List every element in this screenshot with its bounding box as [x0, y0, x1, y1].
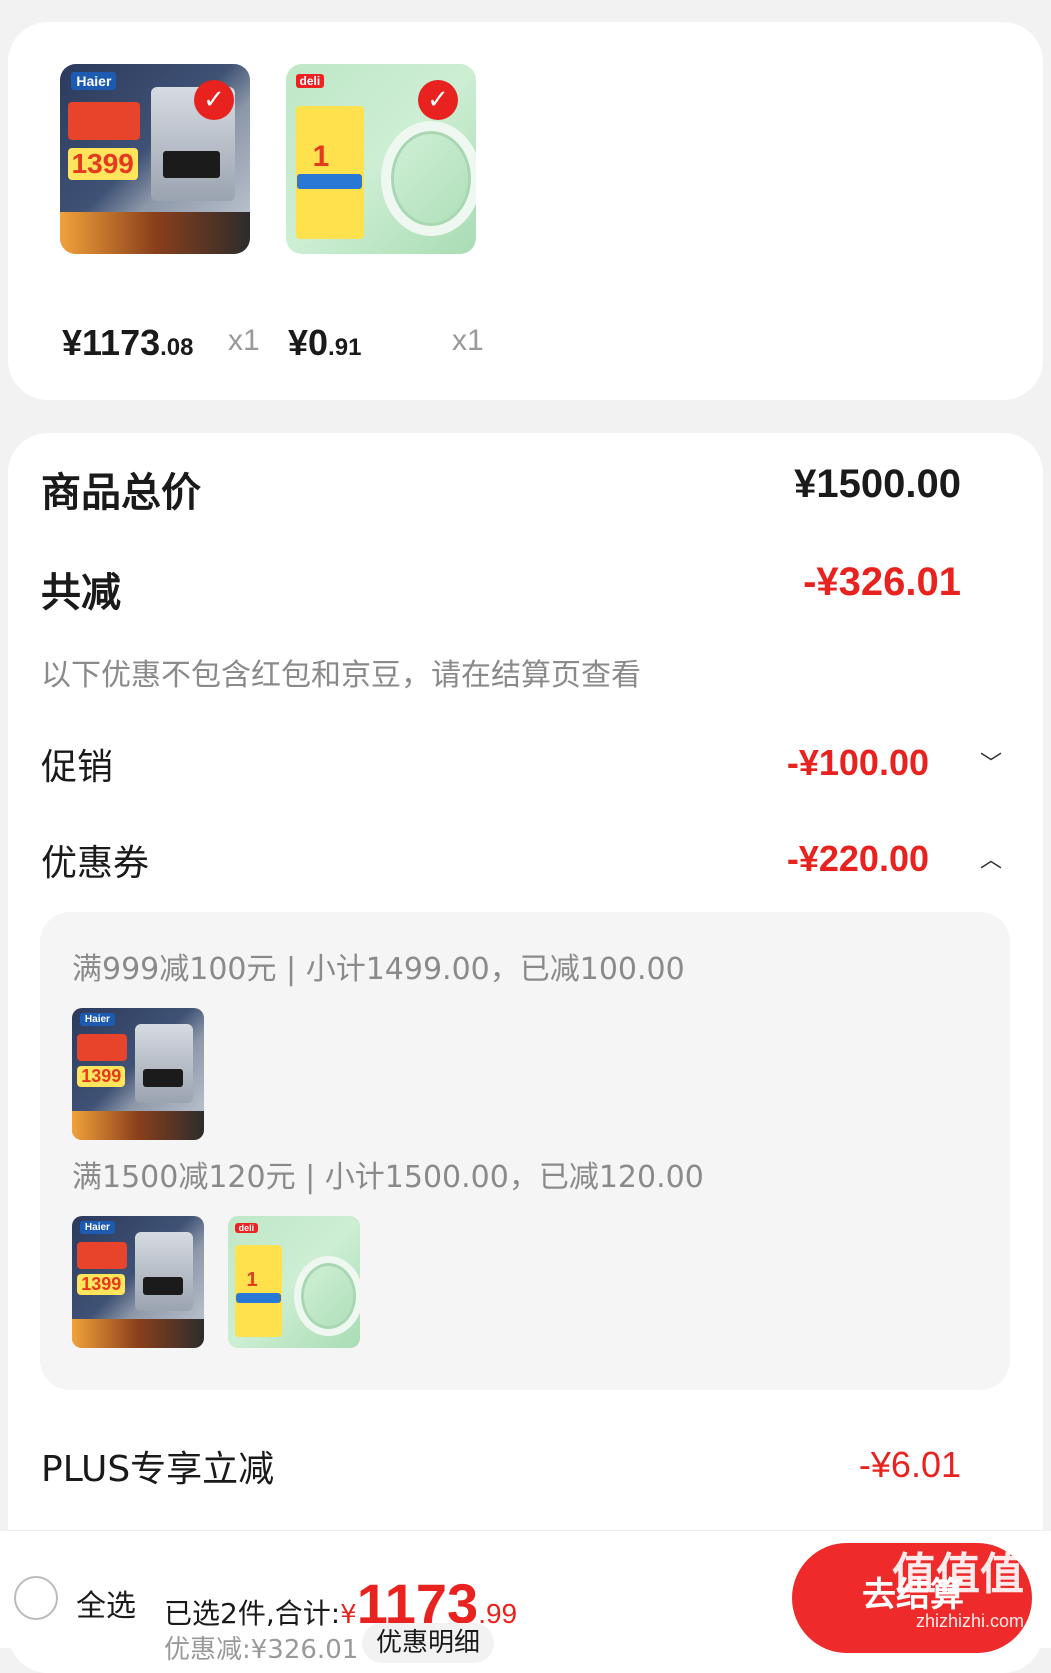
selected-check-icon[interactable]: ✓: [194, 80, 234, 120]
cart-items-card: Haier 1399 ✓ deli 1 ✓ ¥1173.08 x1 ¥0.91 …: [8, 22, 1043, 400]
price-decimal: .91: [328, 334, 362, 361]
item-price: ¥1173.08: [62, 322, 194, 364]
banner-graphic: [72, 1318, 204, 1348]
coupon-rule-1: 满999减100元 | 小计1499.00，已减100.00: [72, 952, 685, 987]
price-decimal: .08: [160, 334, 194, 361]
checkout-button[interactable]: 去结算 值值值 zhizhizhi.com: [792, 1543, 1032, 1653]
product-screen-graphic: [143, 1276, 183, 1296]
selected-check-icon[interactable]: ✓: [418, 80, 458, 120]
promo-band-graphic: [235, 1292, 281, 1304]
price-integer: ¥0: [288, 322, 329, 363]
total-label: 商品总价: [41, 470, 201, 516]
promo-band-graphic: [297, 174, 362, 190]
plus-value: -¥6.01: [858, 1444, 961, 1485]
select-all-label[interactable]: 全选: [76, 1581, 136, 1625]
item-quantity: x1: [452, 324, 484, 357]
chevron-up-icon[interactable]: ︿: [980, 842, 1002, 874]
coupon-product-haier[interactable]: Haier 1399: [72, 1008, 204, 1140]
promo-price: 1399: [77, 1274, 126, 1296]
banner-graphic: [60, 212, 250, 254]
checkout-bar: 全选 已选2件,合计:¥1173.99 优惠减:¥326.01 优惠明细 去结算…: [0, 1530, 1051, 1665]
product-screen-graphic: [143, 1068, 183, 1088]
product-image-deli[interactable]: deli 1 ✓: [286, 64, 476, 254]
currency-symbol: ¥: [340, 1600, 357, 1630]
item-quantity: x1: [228, 324, 260, 357]
plus-label: PLUS专享立减: [41, 1449, 275, 1490]
product-screen-graphic: [162, 151, 220, 178]
coupon-label[interactable]: 优惠券: [41, 834, 149, 886]
coupon-product-haier[interactable]: Haier 1399: [72, 1216, 204, 1348]
reduction-label: 共减: [41, 570, 121, 616]
brand-logo: Haier: [79, 1221, 115, 1235]
promo-label[interactable]: 促销: [41, 738, 113, 790]
chevron-down-icon[interactable]: ﹀: [980, 746, 1002, 778]
coupon-value[interactable]: -¥220.00: [787, 838, 929, 880]
tape-roll-graphic: [381, 121, 476, 236]
discount-detail-button[interactable]: 优惠明细: [362, 1623, 495, 1663]
promo-price: 1399: [77, 1066, 126, 1088]
select-all-radio[interactable]: [14, 1576, 58, 1620]
brand-logo: Haier: [71, 71, 117, 90]
watermark-text: 值值值: [892, 1550, 1024, 1599]
promo-value[interactable]: -¥100.00: [787, 742, 929, 784]
promo-tag-graphic: [67, 102, 140, 140]
brand-logo: deli: [295, 73, 325, 88]
discount-summary: 优惠减:¥326.01: [164, 1635, 359, 1665]
product-graphic: [135, 1231, 194, 1312]
product-image-haier[interactable]: Haier 1399 ✓: [60, 64, 250, 254]
promo-panel-graphic: [295, 105, 364, 239]
brand-logo: Haier: [79, 1013, 115, 1027]
coupon-product-deli[interactable]: deli 1: [228, 1216, 360, 1348]
total-decimal: .99: [478, 1598, 518, 1629]
promo-tag-graphic: [77, 1034, 128, 1061]
banner-graphic: [72, 1110, 204, 1140]
coupon-rule-2: 满1500减120元 | 小计1500.00，已减120.00: [72, 1160, 704, 1195]
coupon-details-panel: 满999减100元 | 小计1499.00，已减100.00 Haier 139…: [40, 912, 1010, 1390]
brand-logo: deli: [234, 1222, 259, 1233]
total-value: ¥1500.00: [794, 462, 961, 506]
price-integer: ¥1173: [62, 322, 161, 363]
promo-panel-graphic: [234, 1245, 283, 1338]
promo-price: 1399: [67, 147, 138, 180]
selected-count-text: 已选2件,合计:: [164, 1597, 341, 1630]
discount-note: 以下优惠不包含红包和京豆，请在结算页查看: [41, 658, 641, 693]
product-graphic: [135, 1023, 194, 1104]
item-price: ¥0.91: [288, 322, 361, 364]
promo-price: 1: [312, 140, 330, 173]
watermark-url: zhizhizhi.com: [915, 1611, 1024, 1631]
promo-price: 1: [246, 1268, 258, 1291]
reduction-value: -¥326.01: [803, 560, 961, 604]
promo-tag-graphic: [77, 1242, 128, 1269]
tape-roll-graphic: [294, 1255, 360, 1336]
